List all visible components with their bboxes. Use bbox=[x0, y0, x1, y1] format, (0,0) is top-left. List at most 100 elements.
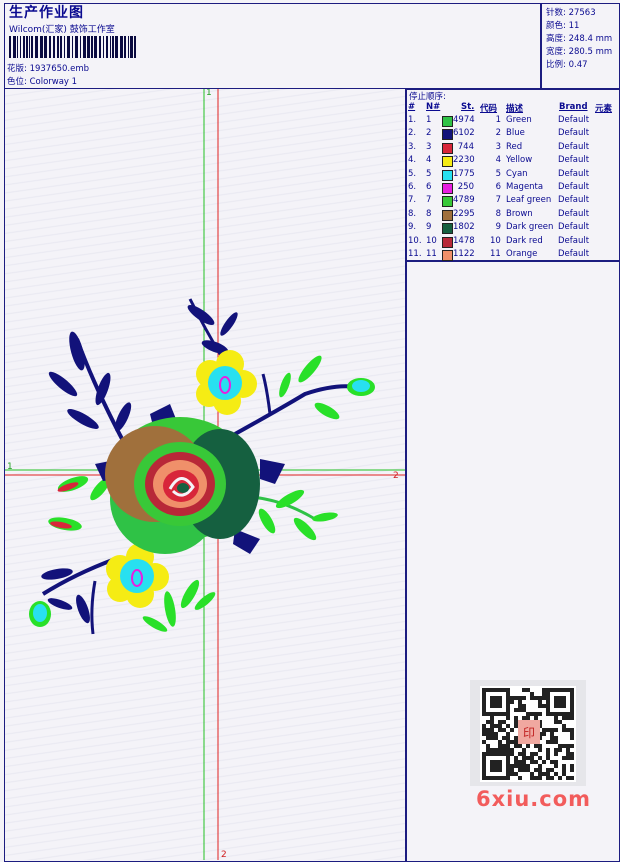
row-description: Green bbox=[506, 115, 532, 125]
row-number: 10 bbox=[426, 235, 437, 246]
row-brand: Default bbox=[558, 182, 590, 192]
row-number: 9 bbox=[426, 222, 432, 233]
row-stitches: 1802 bbox=[453, 222, 475, 233]
stat-value: 27563 bbox=[568, 8, 596, 18]
row-brand: Default bbox=[558, 222, 590, 233]
row-description: Red bbox=[506, 141, 523, 152]
row-description: Magenta bbox=[506, 182, 544, 192]
row-stitches: 1775 bbox=[453, 168, 475, 179]
row-stitches: 250 bbox=[457, 182, 474, 192]
col-header-stitches: St. bbox=[461, 102, 475, 112]
row-description: Brown bbox=[506, 208, 533, 219]
stop-sequence-row: 1. 1 4974 1 Green Default bbox=[407, 115, 617, 128]
row-description: Cyan bbox=[506, 168, 528, 179]
barcode bbox=[9, 36, 136, 58]
design-value: 1937650.emb bbox=[29, 64, 90, 74]
v-guide-end-label: 2 bbox=[221, 850, 227, 860]
stat-label: 针数: bbox=[546, 8, 566, 18]
row-stitches: 2230 bbox=[453, 155, 475, 166]
h-guide-start-label: 1 bbox=[7, 462, 13, 472]
row-number: 8 bbox=[426, 208, 432, 219]
row-code: 5 bbox=[495, 168, 501, 179]
row-number: 7 bbox=[426, 195, 432, 206]
row-brand: Default bbox=[558, 195, 590, 206]
row-stitches: 744 bbox=[457, 141, 474, 152]
v-guide-start-label: 1 bbox=[206, 89, 212, 98]
row-brand: Default bbox=[558, 208, 590, 219]
row-code: 4 bbox=[495, 155, 501, 166]
row-brand: Default bbox=[558, 249, 590, 259]
stat-value: 280.5 mm bbox=[568, 47, 613, 57]
design-label: 花版: bbox=[7, 64, 27, 74]
yellow-flower-top bbox=[196, 350, 257, 415]
stat-label: 比例: bbox=[546, 60, 566, 70]
row-description: Dark green bbox=[506, 222, 554, 233]
design-file: 花版: 1937650.emb bbox=[7, 62, 89, 74]
row-brand: Default bbox=[558, 235, 590, 246]
row-code: 7 bbox=[495, 195, 501, 206]
color-swatch bbox=[442, 156, 453, 168]
stat-value: 248.4 mm bbox=[568, 34, 613, 44]
stop-sequence-row: 7. 7 4789 7 Leaf green Default bbox=[407, 195, 617, 208]
row-index: 11. bbox=[408, 249, 422, 259]
stop-sequence-title: 停止顺序: bbox=[409, 92, 446, 102]
production-worksheet: 生产作业图 Wilcom(汇家) 鼓饰工作室 花版: 1937650.emb 色… bbox=[0, 0, 620, 862]
color-swatch bbox=[442, 196, 453, 208]
row-index: 3. bbox=[408, 141, 417, 152]
rose bbox=[105, 417, 260, 554]
row-index: 1. bbox=[408, 115, 417, 125]
row-index: 5. bbox=[408, 168, 417, 179]
row-stitches: 4789 bbox=[453, 195, 475, 206]
row-number: 4 bbox=[426, 155, 432, 166]
color-swatch bbox=[442, 169, 453, 181]
row-stitches: 1478 bbox=[453, 235, 475, 246]
row-stitches: 1122 bbox=[453, 249, 475, 259]
h-guide-end-label: 2 bbox=[393, 471, 399, 481]
col-header-description: 描述 bbox=[506, 104, 524, 114]
row-index: 9. bbox=[408, 222, 417, 233]
row-stitches: 2295 bbox=[453, 208, 475, 219]
stop-sequence-row: 8. 8 2295 8 Brown Default bbox=[407, 209, 617, 222]
seal-stamp: 印 bbox=[523, 726, 535, 740]
row-description: Orange bbox=[506, 249, 538, 259]
color-swatch bbox=[442, 209, 453, 221]
row-description: Blue bbox=[506, 128, 525, 139]
row-index: 6. bbox=[408, 182, 417, 192]
color-swatch bbox=[442, 129, 453, 141]
stop-sequence-row: 6. 6 250 6 Magenta Default bbox=[407, 182, 617, 195]
stat-width: 宽度: 280.5 mm bbox=[546, 45, 612, 57]
stop-sequence-row: 5. 5 1775 5 Cyan Default bbox=[407, 169, 617, 182]
row-number: 3 bbox=[426, 141, 432, 152]
row-stitches: 4974 bbox=[453, 115, 475, 125]
row-stitches: 6102 bbox=[453, 128, 475, 139]
row-code: 2 bbox=[495, 128, 501, 139]
stat-value: 11 bbox=[568, 21, 580, 31]
color-swatch bbox=[442, 183, 453, 194]
row-number: 5 bbox=[426, 168, 432, 179]
row-number: 11 bbox=[426, 249, 437, 259]
col-header-brand: Brand bbox=[559, 102, 588, 112]
page-title: 生产作业图 bbox=[9, 5, 84, 21]
row-description: Leaf green bbox=[506, 195, 552, 206]
row-description: Yellow bbox=[506, 155, 533, 166]
col-header-number: N# bbox=[426, 102, 441, 112]
color-swatch bbox=[442, 250, 453, 261]
row-brand: Default bbox=[558, 155, 590, 166]
stop-sequence-row: 3. 3 744 3 Red Default bbox=[407, 142, 617, 155]
row-brand: Default bbox=[558, 128, 590, 139]
stat-value: 0.47 bbox=[568, 60, 588, 70]
stop-sequence-row: 9. 9 1802 9 Dark green Default bbox=[407, 222, 617, 235]
row-brand: Default bbox=[558, 141, 590, 152]
row-index: 2. bbox=[408, 128, 417, 139]
row-code: 6 bbox=[495, 182, 501, 192]
row-number: 1 bbox=[426, 115, 432, 125]
row-index: 8. bbox=[408, 208, 417, 219]
stop-sequence-row: 2. 2 6102 2 Blue Default bbox=[407, 128, 617, 141]
stat-stitches: 针数: 27563 bbox=[546, 6, 596, 18]
row-index: 10. bbox=[408, 235, 422, 246]
stop-sequence-row: 10. 10 1478 10 Dark red Default bbox=[407, 236, 617, 249]
embroidery-preview: 1 2 1 2 bbox=[5, 89, 405, 860]
row-code: 1 bbox=[495, 115, 501, 125]
color-swatch bbox=[442, 116, 453, 127]
row-code: 3 bbox=[495, 141, 501, 152]
